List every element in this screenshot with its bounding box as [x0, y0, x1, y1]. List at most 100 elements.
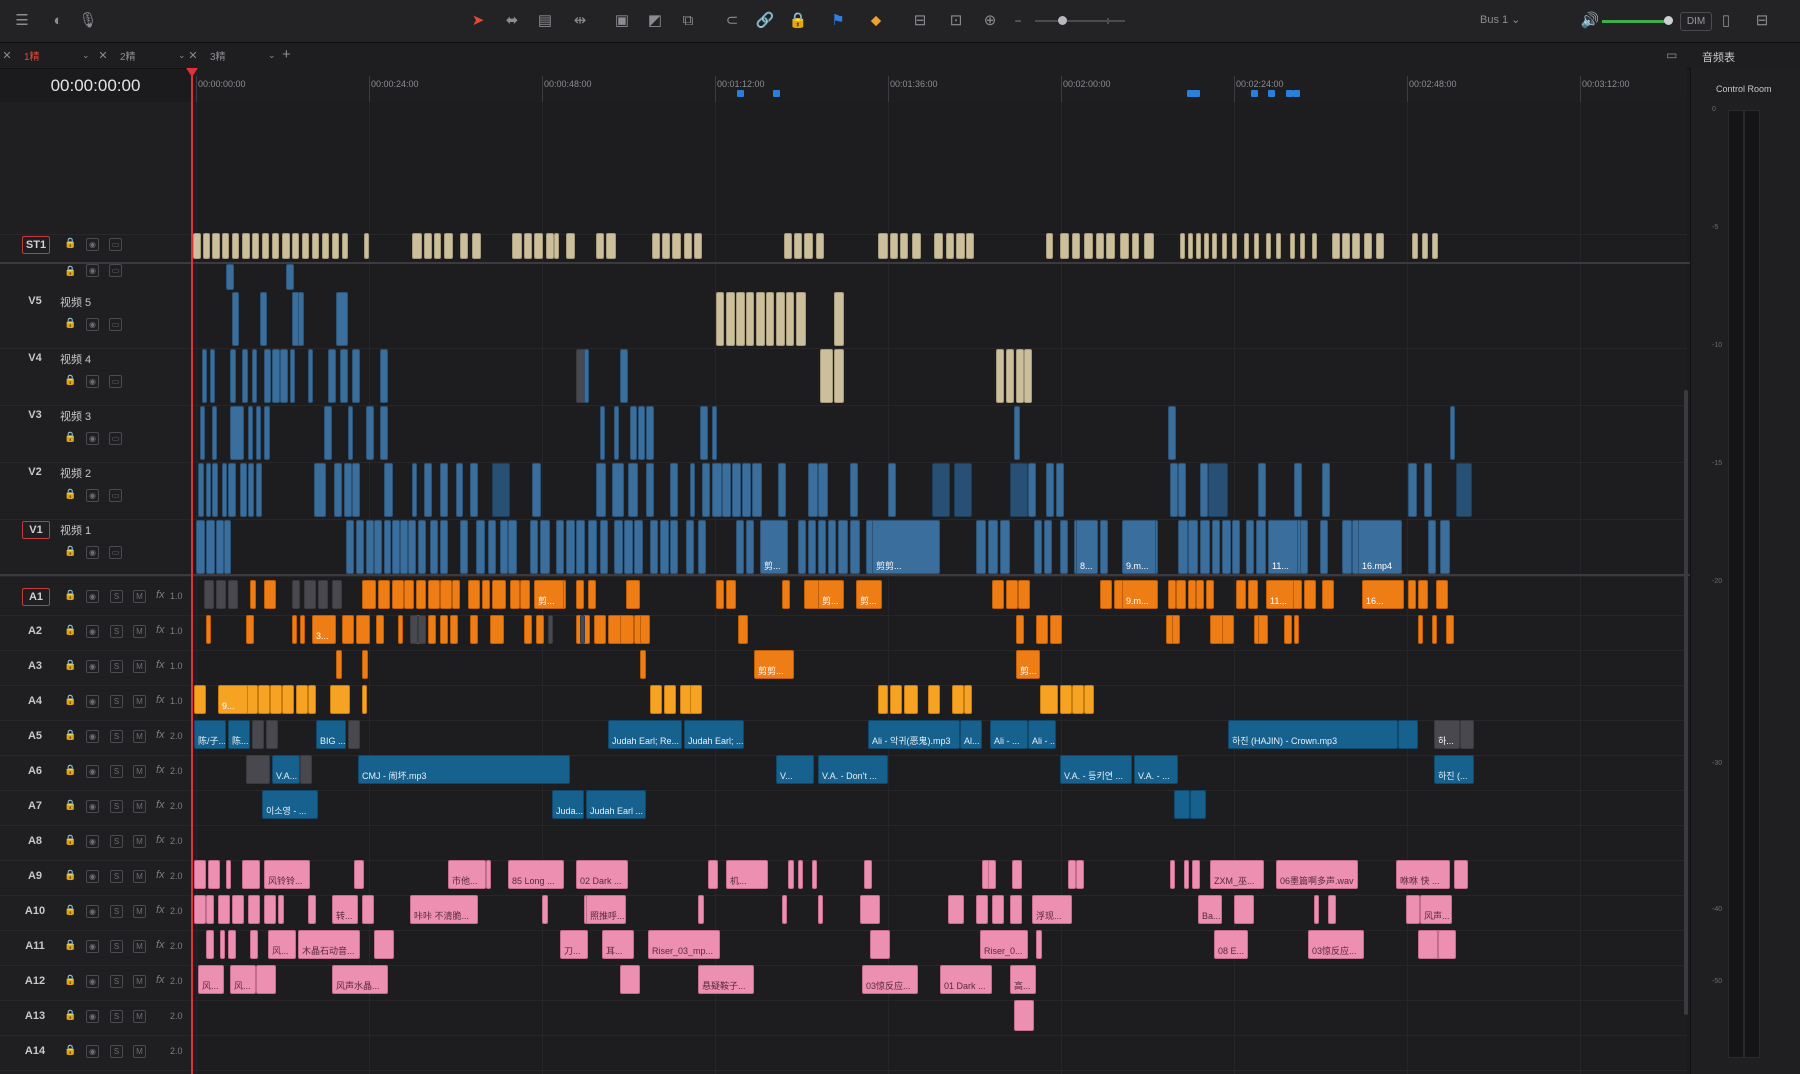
timeline-clip[interactable] — [512, 233, 522, 259]
timeline-clip[interactable] — [1294, 615, 1299, 644]
track-name-a7[interactable]: A7 — [22, 798, 48, 814]
solo-button[interactable]: S — [110, 765, 123, 778]
timeline-clip[interactable] — [1248, 580, 1258, 609]
timeline-clip[interactable] — [738, 615, 748, 644]
solo-button[interactable]: S — [110, 870, 123, 883]
timeline-clip-labeled[interactable]: 이소영 - ... — [262, 790, 318, 819]
trim-tool-icon[interactable]: ⬌ — [502, 11, 522, 31]
overwrite-clip-icon[interactable]: ◩ — [645, 11, 665, 31]
timeline-clip[interactable] — [580, 615, 585, 644]
timeline-clip[interactable] — [1106, 233, 1115, 259]
timeline-clip[interactable] — [690, 685, 702, 714]
dynamic-trim-icon[interactable]: ▤ — [535, 11, 555, 31]
timeline-clip[interactable] — [304, 580, 316, 609]
timeline-clip-labeled[interactable]: 风... — [268, 930, 296, 959]
timeline-marker[interactable] — [1293, 90, 1300, 97]
timeline-clip[interactable] — [1432, 615, 1437, 644]
timeline-clip[interactable] — [548, 615, 553, 644]
timeline-clip[interactable] — [376, 615, 384, 644]
timeline-clip-labeled[interactable]: Ba... — [1198, 895, 1222, 924]
timeline-clip[interactable] — [264, 580, 276, 609]
timeline-clip[interactable] — [1322, 580, 1334, 609]
blade-tool-icon[interactable]: ⇹ — [570, 11, 590, 31]
timeline-clip[interactable] — [342, 615, 354, 644]
timeline-clip-labeled[interactable]: 刀... — [560, 930, 588, 959]
timeline-clip[interactable] — [354, 860, 364, 889]
timeline-clip[interactable] — [1024, 349, 1032, 403]
playhead[interactable] — [191, 70, 193, 1074]
timeline-clip[interactable] — [686, 520, 694, 574]
timeline-clip[interactable] — [778, 463, 786, 517]
close-icon[interactable]: ✕ — [0, 49, 14, 62]
timeline-clip[interactable] — [1072, 233, 1080, 259]
track-name-a13[interactable]: A13 — [22, 1008, 48, 1024]
timeline-clip[interactable] — [440, 463, 448, 517]
timeline-clip[interactable] — [716, 580, 724, 609]
timeline-clip[interactable] — [576, 520, 585, 574]
timeline-clip[interactable] — [1304, 580, 1316, 609]
timeline-clip-labeled[interactable]: 咻咻 快 ... — [1396, 860, 1450, 889]
timeline-clip[interactable] — [1190, 790, 1206, 819]
timeline-clip[interactable] — [194, 895, 206, 924]
timeline-clip[interactable] — [828, 520, 836, 574]
timeline-clip[interactable] — [698, 520, 706, 574]
timeline-clip[interactable] — [626, 580, 640, 609]
timeline-clip[interactable] — [1406, 895, 1420, 924]
timeline-clip[interactable] — [348, 720, 360, 749]
timeline-clip[interactable] — [242, 233, 250, 259]
timeline-clip[interactable] — [428, 615, 436, 644]
timeline-clip[interactable] — [418, 520, 426, 574]
insert-clip-icon[interactable]: ▣ — [612, 11, 632, 31]
timeline-clip[interactable] — [596, 233, 604, 259]
timeline-clip[interactable] — [228, 580, 238, 609]
volume-slider-knob[interactable] — [1664, 16, 1673, 25]
track-name-a1[interactable]: A1 — [22, 588, 50, 606]
track-enable-icon[interactable]: ◉ — [86, 625, 99, 638]
timeline-clip[interactable] — [818, 520, 826, 574]
timeline-clip[interactable] — [1314, 895, 1319, 924]
timeline-clip-labeled[interactable]: Juda... — [552, 790, 584, 819]
zoom-slider[interactable] — [1035, 20, 1125, 22]
timeline-clip[interactable] — [248, 463, 254, 517]
track-auto-select-icon[interactable]: ▭ — [109, 489, 122, 502]
track-enable-icon[interactable]: ◉ — [86, 730, 99, 743]
timeline-clip[interactable] — [226, 264, 234, 290]
tab-timeline-3[interactable]: ✕ 3精 ⌄ — [186, 43, 282, 68]
meter-toggle-icon[interactable]: ▯ — [1716, 11, 1736, 31]
timeline-clip[interactable] — [732, 463, 741, 517]
timeline-clip[interactable] — [1060, 233, 1069, 259]
timeline-clip[interactable] — [500, 520, 508, 574]
timeline-clip[interactable] — [600, 520, 608, 574]
mute-button[interactable]: M — [133, 660, 146, 673]
timeline-clip[interactable] — [794, 233, 802, 259]
timeline-clip[interactable] — [378, 580, 390, 609]
timeline-clip[interactable] — [708, 860, 718, 889]
timeline-clip[interactable] — [928, 685, 940, 714]
timeline-clip[interactable] — [232, 292, 239, 346]
timeline-clip[interactable] — [1028, 463, 1036, 517]
timeline-clip-labeled[interactable]: 陈/子... — [194, 720, 226, 749]
timeline-clip-labeled[interactable]: 8... — [1076, 520, 1098, 574]
timeline-clip-labeled[interactable]: 市他... — [448, 860, 486, 889]
track-name-a3[interactable]: A3 — [22, 658, 48, 674]
fx-icon[interactable]: fx — [156, 659, 165, 671]
timeline-clip[interactable] — [1040, 685, 1058, 714]
timeline-clip-labeled[interactable]: 风铃铃... — [264, 860, 310, 889]
timeline-clip[interactable] — [670, 520, 678, 574]
add-tab-icon[interactable]: + — [282, 46, 291, 63]
timeline-clip[interactable] — [672, 233, 681, 259]
selection-tool-icon[interactable]: ➤ — [468, 11, 488, 31]
fx-icon[interactable]: fx — [156, 694, 165, 706]
timeline-clip[interactable] — [746, 292, 754, 346]
timeline-clip[interactable] — [440, 520, 448, 574]
timeline-clip[interactable] — [252, 720, 264, 749]
timeline-clip[interactable] — [300, 615, 305, 644]
timeline-clip-labeled[interactable]: 高... — [1010, 965, 1036, 994]
mixer-panel-icon[interactable]: ⊟ — [1752, 11, 1772, 31]
timeline-clip[interactable] — [440, 615, 448, 644]
lock-icon[interactable]: 🔒 — [64, 238, 76, 250]
timeline-clip[interactable] — [286, 264, 294, 290]
timeline-clip-labeled[interactable]: CMJ - 闹坏.mp3 — [358, 755, 570, 784]
timeline-clip-labeled[interactable]: Judah Earl; ... — [684, 720, 744, 749]
solo-button[interactable]: S — [110, 975, 123, 988]
